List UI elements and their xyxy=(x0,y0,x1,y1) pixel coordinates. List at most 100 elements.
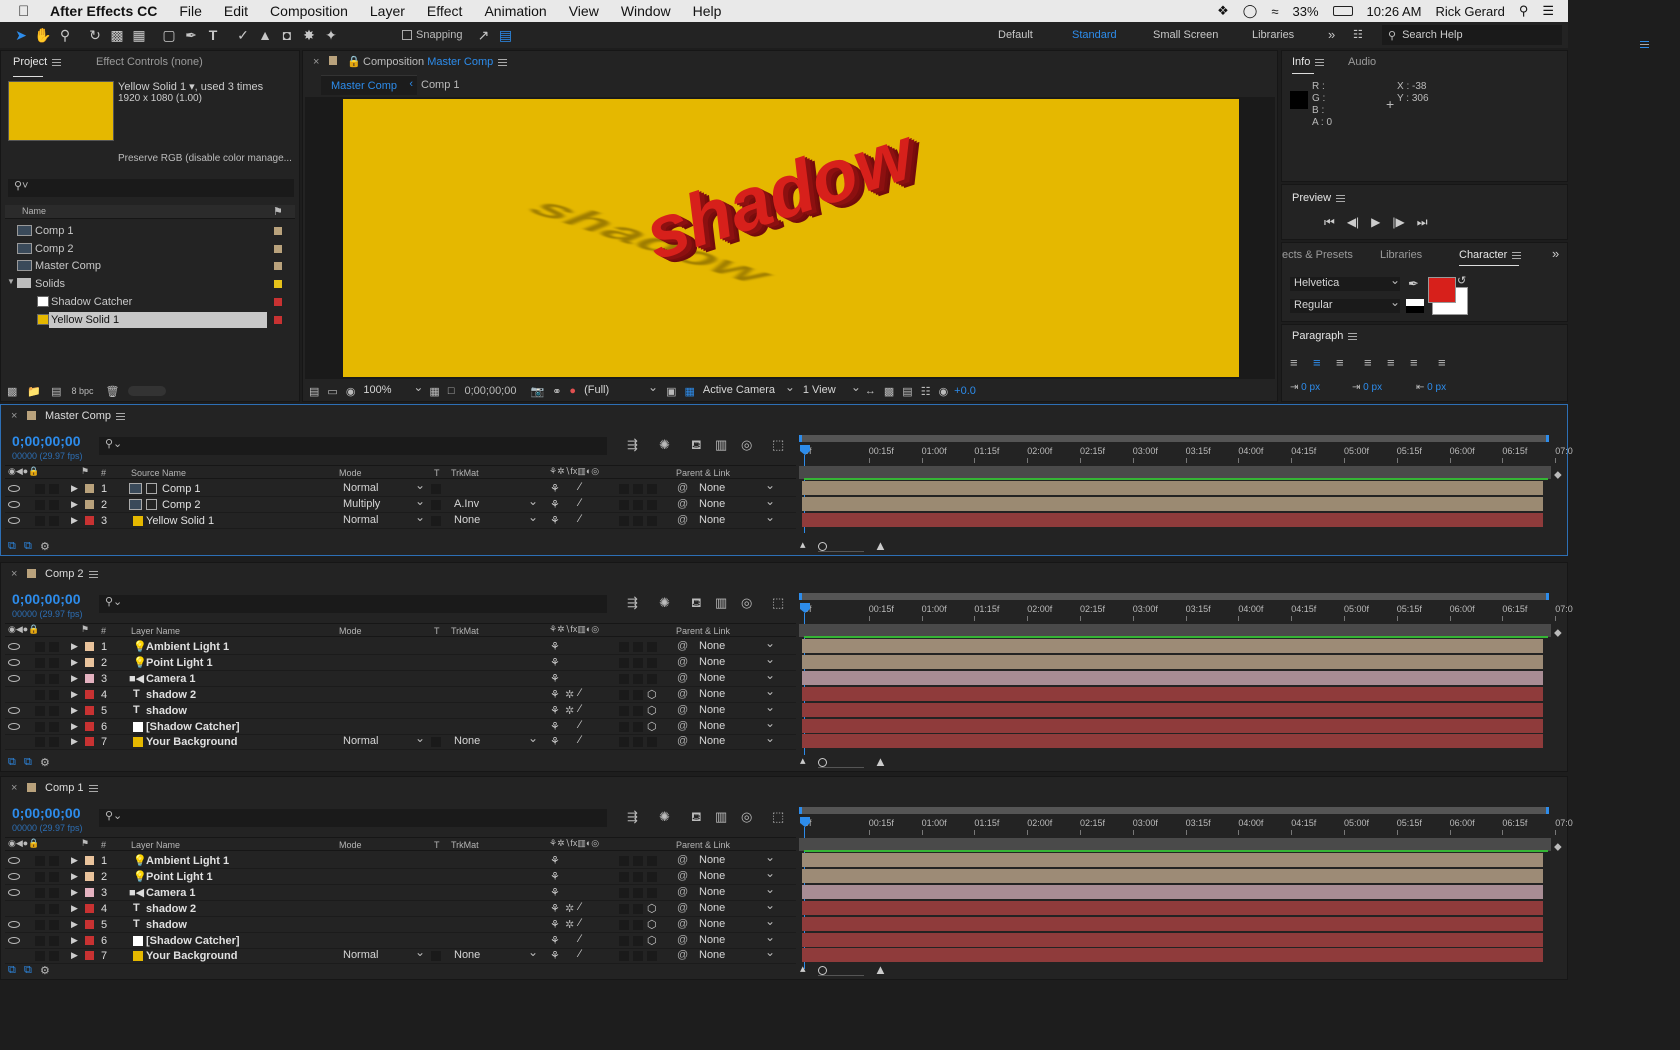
solo-toggle[interactable] xyxy=(49,515,59,526)
show-snapshot-icon[interactable]: ⚭ xyxy=(552,385,561,398)
lock-icon[interactable]: 🔒 xyxy=(347,55,361,68)
project-item[interactable]: ▼ Solids xyxy=(5,276,295,292)
project-item-name[interactable]: Comp 2 xyxy=(35,243,74,255)
panel-menu-icon[interactable] xyxy=(116,412,126,420)
battery-percent[interactable]: 33% xyxy=(1292,4,1318,19)
parent-dropdown[interactable]: None xyxy=(699,945,775,963)
time-ruler[interactable]: 0f00:15f01:00f01:15f02:00f02:15f03:00f03… xyxy=(796,433,1573,533)
layer-search-input[interactable]: ⚲⌄ xyxy=(99,809,607,827)
snap-options-icon[interactable]: ↗ xyxy=(473,24,495,46)
layer-label-swatch[interactable] xyxy=(85,919,94,929)
layer-label-swatch[interactable] xyxy=(85,515,94,525)
interpret-footage-icon[interactable]: ▩ xyxy=(7,385,17,398)
layer-duration-bar[interactable] xyxy=(802,948,1543,963)
adjustment-switch[interactable] xyxy=(633,919,643,930)
comp-mini-flowchart-icon[interactable]: ⇶ xyxy=(627,437,638,453)
hand-tool-icon[interactable]: ✋ xyxy=(32,24,54,46)
expand-arrow-icon[interactable]: ▶ xyxy=(71,935,78,946)
workspace-small-screen[interactable]: Small Screen xyxy=(1153,22,1218,48)
motion-blur-switch[interactable] xyxy=(619,515,629,526)
col-t[interactable]: T xyxy=(434,626,440,636)
align-right-icon[interactable]: ≡ xyxy=(1336,355,1364,370)
col-t[interactable]: T xyxy=(434,468,440,478)
project-item-name[interactable]: Comp 1 xyxy=(35,225,74,237)
audio-toggle[interactable] xyxy=(35,689,45,700)
quality-switch-icon[interactable]: ∕ xyxy=(579,948,581,960)
layer-duration-bar[interactable] xyxy=(802,932,1543,947)
pick-whip-icon[interactable]: @ xyxy=(677,918,688,930)
quality-switch-icon[interactable]: ∕ xyxy=(579,719,581,731)
quality-switch-icon[interactable]: ∕ xyxy=(579,734,581,746)
menu-file[interactable]: File xyxy=(179,3,202,19)
project-item[interactable]: Comp 1 xyxy=(5,223,295,239)
project-item-name[interactable]: Master Comp xyxy=(35,260,101,272)
layer-duration-bar[interactable] xyxy=(802,734,1543,749)
previous-frame-icon[interactable]: ◀| xyxy=(1347,215,1359,230)
visibility-eye-icon[interactable] xyxy=(8,500,20,508)
camera-dropdown[interactable]: Active Camera xyxy=(703,380,795,398)
font-family-dropdown[interactable]: Helvetica xyxy=(1290,273,1400,291)
motion-blur-switch[interactable] xyxy=(619,737,629,748)
layer-row[interactable]: ▶ 2 💡 Point Light 1 ⚘ @ None xyxy=(5,866,796,885)
vr-icon[interactable]: ◉ xyxy=(346,385,356,398)
channel-icon[interactable]: ● xyxy=(569,385,576,397)
dropbox-icon[interactable]: ❖ xyxy=(1217,3,1229,19)
shy-switch-icon[interactable]: ⚘ xyxy=(550,482,560,495)
toggle-modes-icon[interactable]: ⧉ xyxy=(24,756,32,769)
workspace-menu-icon[interactable] xyxy=(1639,40,1649,48)
solo-toggle[interactable] xyxy=(49,642,59,652)
solo-toggle[interactable] xyxy=(49,856,59,866)
timeline-tab[interactable]: Master Comp xyxy=(45,410,126,422)
play-icon[interactable]: ▶ xyxy=(1371,215,1380,230)
battery-icon[interactable] xyxy=(1332,6,1353,16)
collapse-switch-icon[interactable]: ✲ xyxy=(565,902,574,915)
expand-arrow-icon[interactable]: ▶ xyxy=(71,736,78,747)
pen-tool-icon[interactable]: ✒ xyxy=(180,24,202,46)
track-matte-dropdown[interactable]: A.Inv xyxy=(454,494,538,512)
justify-all-icon[interactable]: ≡ xyxy=(1438,355,1446,370)
col-layer-name[interactable]: Layer Name xyxy=(131,626,180,636)
visibility-eye-icon[interactable] xyxy=(8,857,20,864)
quality-switch-icon[interactable]: ∕ xyxy=(579,901,581,913)
pick-whip-icon[interactable]: @ xyxy=(677,514,688,526)
quality-switch-icon[interactable]: ∕ xyxy=(579,703,581,715)
expand-arrow-icon[interactable]: ▶ xyxy=(71,887,78,898)
menu-animation[interactable]: Animation xyxy=(484,3,546,19)
solo-toggle[interactable] xyxy=(49,737,59,748)
type-tool-icon[interactable]: T xyxy=(202,24,224,46)
motion-blur-icon[interactable]: ◎ xyxy=(741,809,752,825)
layer-row[interactable]: ▶ 4 Tshadow 2 ⚘ ✲ ∕ ⬡ @ None xyxy=(5,684,796,703)
layer-duration-bar[interactable] xyxy=(802,512,1543,527)
visibility-eye-icon[interactable] xyxy=(8,872,20,880)
menu-view[interactable]: View xyxy=(569,3,599,19)
col-layer-name[interactable]: Source Name xyxy=(131,468,186,478)
audio-toggle[interactable] xyxy=(35,657,45,668)
quality-switch-icon[interactable]: ∕ xyxy=(579,917,581,929)
panel-menu-icon[interactable] xyxy=(88,570,98,578)
parent-dropdown[interactable]: None xyxy=(699,636,775,654)
shy-switch-icon[interactable]: ⚘ xyxy=(550,704,560,717)
quality-switch-icon[interactable]: ∕ xyxy=(579,687,581,699)
parent-dropdown[interactable]: None xyxy=(699,914,775,932)
project-item[interactable]: Master Comp xyxy=(5,258,295,274)
zoom-out-icon[interactable]: ▴ xyxy=(800,538,806,551)
3d-layer-switch[interactable] xyxy=(647,737,657,748)
transparency-grid-icon[interactable]: ▦ xyxy=(684,385,694,398)
layer-row[interactable]: ▶ 1 Comp 1 Normal ⚘ ∕ @ None xyxy=(5,478,796,497)
current-time[interactable]: 0;00;00;00 xyxy=(12,805,81,821)
grid-icon[interactable]: □ xyxy=(448,385,455,397)
panel-menu-icon[interactable] xyxy=(1315,58,1325,66)
visibility-eye-icon[interactable] xyxy=(8,888,20,896)
layer-name[interactable]: shadow xyxy=(146,919,187,931)
resolution-dropdown[interactable]: (Full) xyxy=(584,380,658,398)
frame-blending-icon[interactable]: ▥ xyxy=(715,809,727,825)
visibility-eye-icon[interactable] xyxy=(8,674,20,682)
pick-whip-icon[interactable]: @ xyxy=(677,870,688,882)
expand-arrow-icon[interactable]: ▶ xyxy=(71,903,78,914)
layer-name[interactable]: Point Light 1 xyxy=(146,657,213,669)
motion-blur-switch[interactable] xyxy=(619,673,629,684)
visibility-off-box[interactable] xyxy=(8,737,18,747)
motion-blur-switch[interactable] xyxy=(619,721,629,732)
menu-window[interactable]: Window xyxy=(621,3,671,19)
layer-row[interactable]: ▶ 3 ■◀ Camera 1 ⚘ @ None xyxy=(5,668,796,687)
